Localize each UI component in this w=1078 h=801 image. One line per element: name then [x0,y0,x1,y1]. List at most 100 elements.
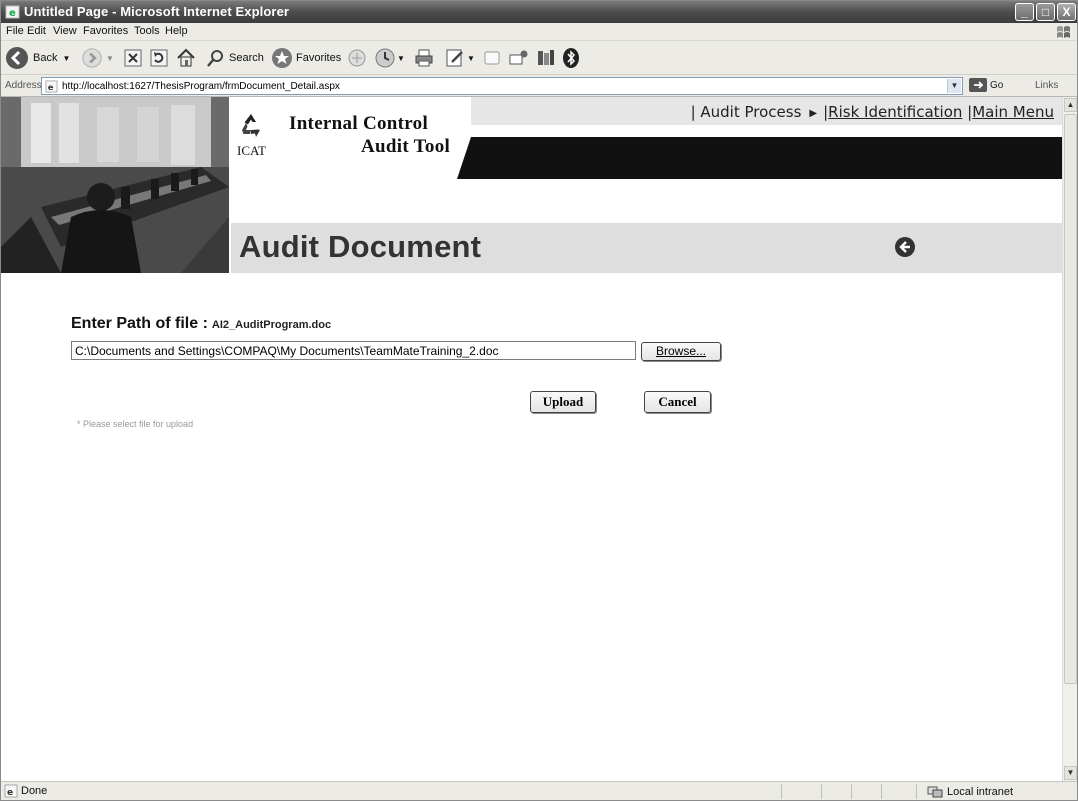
back-button[interactable]: Back ▼ [5,45,70,71]
forward-arrow-icon [82,48,102,68]
favorites-star-icon [272,48,292,68]
triangle-right-icon: ▶ [809,108,818,119]
discuss-icon [484,51,500,65]
maximize-button[interactable]: □ [1036,3,1055,21]
browse-button[interactable]: Browse... [641,342,721,361]
address-label: Address [5,80,42,91]
cancel-button[interactable]: Cancel [644,391,711,413]
favorites-button[interactable]: Favorites [271,45,341,71]
nav-current-section: | Audit Process [690,103,802,121]
menu-favorites[interactable]: Favorites [83,25,128,37]
discuss-button[interactable] [482,45,502,71]
header-black-band [471,137,1062,179]
messenger-icon [509,50,528,65]
scroll-down-arrow-icon[interactable]: ▼ [1064,766,1077,780]
chevron-down-icon: ▼ [467,53,475,63]
file-path-label: Enter Path of file : AI2_AuditProgram.doc [71,315,331,333]
refresh-button[interactable] [149,45,169,71]
title-bar: e Untitled Page - Microsoft Internet Exp… [1,1,1077,23]
meeting-room-photo [1,97,229,273]
close-button[interactable]: X [1057,3,1076,21]
print-button[interactable] [413,45,435,71]
stop-icon [124,49,142,67]
edit-button[interactable]: ▼ [444,45,475,71]
file-path-label-text: Enter Path of file : [71,315,208,332]
page-icon: e [45,80,58,93]
upload-hint-text: * Please select file for upload [77,419,194,429]
svg-text:e: e [48,82,54,92]
top-nav: | Audit Process ▶ |Risk Identification |Ma… [690,103,1054,121]
browser-window: e Untitled Page - Microsoft Internet Exp… [0,0,1078,801]
nav-risk-identification-link[interactable]: Risk Identification [828,103,962,121]
status-divider [781,784,782,799]
local-intranet-icon [927,786,943,798]
address-dropdown-chevron-icon[interactable]: ▼ [947,79,961,93]
chevron-down-icon: ▼ [106,53,114,63]
status-bar: e Done Local intranet [1,781,1077,800]
bluetooth-button[interactable] [561,45,581,71]
forward-button[interactable]: ▼ [81,45,114,71]
go-arrow-icon [969,78,987,92]
scroll-up-arrow-icon[interactable]: ▲ [1064,98,1077,112]
refresh-icon [150,49,168,67]
vertical-scrollbar[interactable]: ▲ ▼ [1062,97,1077,781]
research-button[interactable] [535,45,557,71]
menu-edit[interactable]: Edit [27,25,46,37]
logo-title-line2: Audit Tool [361,136,451,157]
back-arrow-icon [6,47,28,69]
search-icon [207,50,223,67]
media-icon [348,49,366,67]
status-divider [821,784,822,799]
media-button[interactable] [346,45,368,71]
links-button[interactable]: Links [1035,80,1058,91]
go-label: Go [990,79,1004,91]
back-circle-button[interactable] [895,237,915,257]
address-input[interactable]: e http://localhost:1627/ThesisProgram/fr… [41,77,963,95]
stop-button[interactable] [123,45,143,71]
status-divider [916,784,917,799]
history-button[interactable]: ▼ [374,45,405,71]
page-title: Audit Document [239,229,482,264]
address-url: http://localhost:1627/ThesisProgram/frmD… [62,81,340,92]
printer-icon [415,49,433,67]
messenger-button[interactable] [508,45,530,71]
history-icon [375,48,395,68]
scrollbar-thumb[interactable] [1064,114,1077,684]
chevron-down-icon: ▼ [62,53,71,63]
window-title: Untitled Page - Microsoft Internet Explo… [24,4,290,19]
svg-text:e: e [7,788,13,798]
favorites-label: Favorites [296,52,342,64]
menu-tools[interactable]: Tools [134,25,160,37]
windows-flag-icon [1057,26,1070,38]
page-done-icon: e [4,784,18,798]
menu-bar: File Edit View Favorites Tools Help [1,23,1077,41]
menu-help[interactable]: Help [165,25,188,37]
back-arrow-icon [899,241,910,253]
status-divider [851,784,852,799]
menu-view[interactable]: View [53,25,77,37]
upload-button[interactable]: Upload [530,391,596,413]
go-button[interactable]: Go [969,78,1003,92]
home-icon [177,48,195,67]
logo-abbreviation: ICAT [237,143,266,158]
toolbar: Back ▼ ▼ Search Favorites ▼ ▼ [1,41,1077,75]
svg-text:e: e [9,8,16,19]
recycle-logo-icon [242,114,260,137]
nav-main-menu-link[interactable]: Main Menu [972,103,1054,121]
address-bar: Address e http://localhost:1627/ThesisPr… [1,75,1077,97]
search-button[interactable]: Search [206,45,264,71]
edit-page-icon [446,49,463,67]
logo-title-line1: Internal Control [289,113,429,134]
page-viewport: | Audit Process ▶ |Risk Identification |Ma… [1,97,1062,781]
file-path-input[interactable] [71,341,636,360]
chevron-down-icon: ▼ [397,53,405,63]
research-books-icon [538,50,554,65]
home-button[interactable] [175,45,197,71]
minimize-button[interactable]: _ [1015,3,1034,21]
ie-page-icon: e [5,5,20,19]
menu-file[interactable]: File [6,25,24,37]
current-file-name: AI2_AuditProgram.doc [211,319,332,331]
security-zone-label: Local intranet [947,786,1014,798]
bluetooth-icon [563,48,579,68]
status-divider [881,784,882,799]
